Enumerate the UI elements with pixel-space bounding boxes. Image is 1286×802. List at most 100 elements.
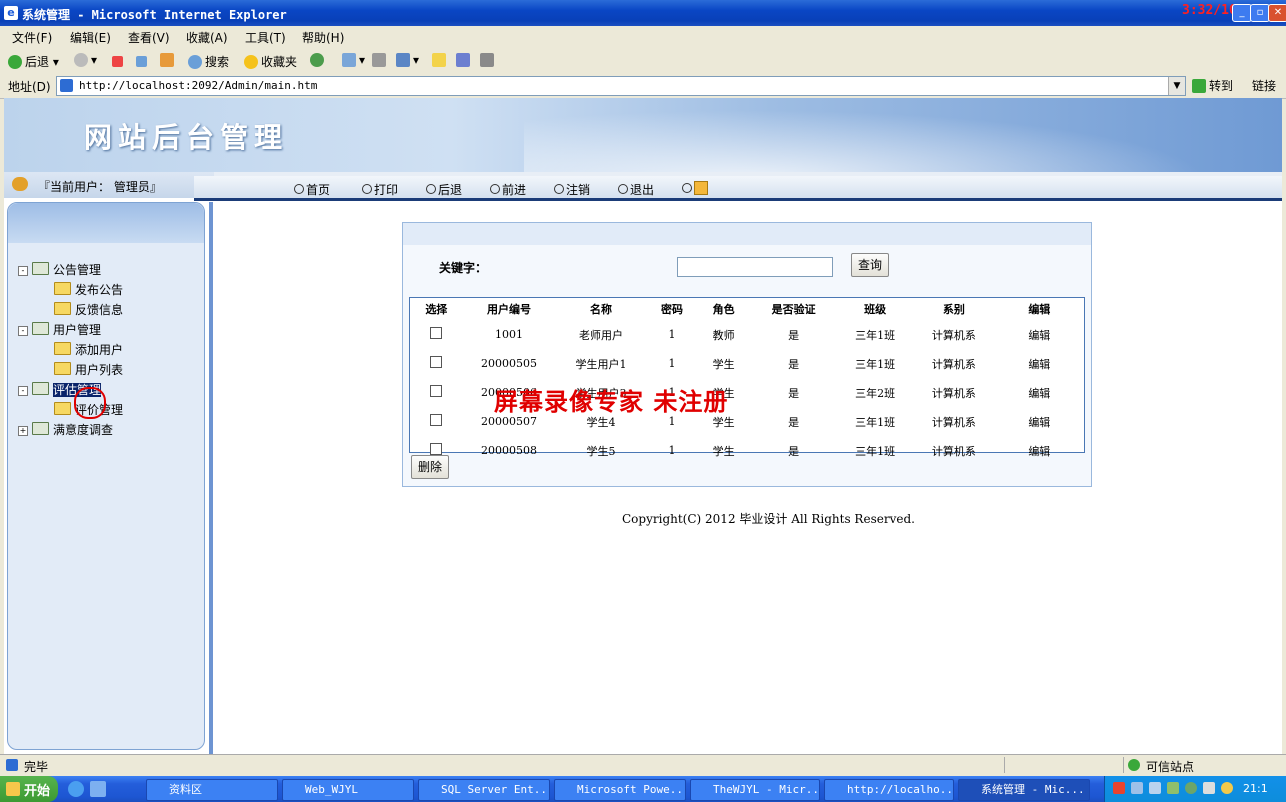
mail-button[interactable]: ▾	[342, 53, 365, 67]
stop-icon	[112, 56, 123, 67]
task-sql-server[interactable]: SQL Server Ent...	[418, 779, 550, 801]
nav-forward[interactable]: 前进	[490, 181, 526, 198]
cell-name: 学生5	[586, 444, 616, 458]
row-checkbox[interactable]	[430, 327, 443, 339]
edit-link[interactable]: 编辑	[995, 349, 1084, 378]
nav-strip: 『当前用户： 管理员』 首页 打印 后退 前进 注销 退出	[4, 172, 1282, 201]
start-button[interactable]: 开始	[0, 776, 58, 802]
tray-app-icon[interactable]	[1167, 782, 1179, 794]
toolbar: 后退 ▾ ▾ 搜索 收藏夹 ▾ ▾	[0, 48, 1286, 75]
edit-link[interactable]: 编辑	[995, 407, 1084, 436]
tray-app-icon[interactable]	[1203, 782, 1215, 794]
network-icon[interactable]	[1131, 782, 1143, 794]
menu-edit[interactable]: 编辑(E)	[70, 29, 111, 46]
row-checkbox[interactable]	[430, 414, 443, 426]
task-folder-web-wjyl[interactable]: Web_WJYL	[282, 779, 414, 801]
nav-extra[interactable]	[682, 181, 708, 196]
address-url: http://localhost:2092/Admin/main.htm	[79, 79, 318, 92]
cell-role: 教师	[712, 328, 735, 342]
collapse-icon[interactable]: -	[18, 326, 28, 336]
cell-department: 计算机系	[931, 328, 976, 342]
monitor-icon[interactable]	[1149, 782, 1161, 794]
discuss-button[interactable]	[432, 53, 449, 67]
edit-link[interactable]: 编辑	[995, 378, 1084, 407]
task-powerpoint[interactable]: Microsoft Powe...	[554, 779, 686, 801]
minimize-button[interactable]: _	[1232, 4, 1252, 22]
menu-help[interactable]: 帮助(H)	[302, 29, 344, 46]
research-button[interactable]	[480, 53, 497, 67]
go-button[interactable]: 转到	[1192, 77, 1233, 94]
history-button[interactable]	[310, 53, 327, 67]
col-select: 选择	[425, 303, 448, 316]
collapse-icon[interactable]: -	[18, 266, 28, 276]
cell-department: 计算机系	[931, 357, 976, 371]
tree-group-survey[interactable]: + 满意度调查	[18, 421, 113, 438]
row-checkbox[interactable]	[430, 356, 443, 368]
links-button[interactable]: 链接	[1252, 77, 1276, 94]
nav-print[interactable]: 打印	[362, 181, 398, 198]
close-button[interactable]: ✕	[1268, 4, 1286, 22]
favorites-button[interactable]: 收藏夹	[244, 53, 297, 70]
cell-department: 计算机系	[931, 444, 976, 458]
menu-tools[interactable]: 工具(T)	[245, 29, 286, 46]
tree-item-publish-announcement[interactable]: 发布公告	[54, 281, 123, 298]
delete-button[interactable]: 删除	[411, 455, 449, 479]
edit-button[interactable]: ▾	[396, 53, 419, 67]
menu-view[interactable]: 查看(V)	[128, 29, 170, 46]
sogou-ime-icon[interactable]	[1113, 782, 1125, 794]
row-checkbox[interactable]	[430, 443, 443, 455]
ie-icon: e	[4, 6, 18, 20]
address-dropdown-icon[interactable]: ▼	[1168, 77, 1185, 95]
banner: 网站后台管理	[4, 98, 1282, 172]
tray-app-icon[interactable]	[1185, 782, 1197, 794]
forward-button[interactable]: ▾	[74, 53, 97, 67]
menu-favorites[interactable]: 收藏(A)	[186, 29, 228, 46]
col-verified: 是否验证	[771, 303, 816, 316]
tree-item-add-user[interactable]: 添加用户	[54, 341, 123, 358]
address-input[interactable]: http://localhost:2092/Admin/main.htm ▼	[56, 76, 1186, 96]
edit-link[interactable]: 编辑	[995, 320, 1084, 349]
tree-item-feedback[interactable]: 反馈信息	[54, 301, 123, 318]
task-folder-ziliaoqu[interactable]: 资料区	[146, 779, 278, 801]
tree-item-user-list[interactable]: 用户列表	[54, 361, 123, 378]
task-thewjyl[interactable]: TheWJYL - Micr...	[690, 779, 820, 801]
user-list-panel: 关键字： 查询 选择 用户编号 名称 密码 角色 是否验证 班级 系别 编辑 1…	[402, 222, 1092, 487]
ie-quicklaunch-icon[interactable]	[68, 781, 84, 797]
nav-back[interactable]: 后退	[426, 181, 462, 198]
expand-icon[interactable]: +	[18, 426, 28, 436]
maximize-button[interactable]: ▫	[1250, 4, 1270, 22]
collapse-icon[interactable]: -	[18, 386, 28, 396]
menu-file[interactable]: 文件(F)	[12, 29, 52, 46]
cell-name: 老师用户	[579, 328, 623, 342]
folder-icon	[54, 362, 71, 375]
cell-user-id: 20000505	[481, 357, 537, 370]
search-button[interactable]: 搜索	[188, 53, 229, 70]
sidebar-splitter[interactable]	[209, 202, 213, 754]
tree-group-announcements[interactable]: - 公告管理	[18, 261, 101, 278]
home-button[interactable]	[160, 53, 177, 67]
col-role: 角色	[712, 303, 735, 316]
refresh-button[interactable]	[136, 53, 150, 67]
edit-link[interactable]: 编辑	[995, 436, 1084, 465]
current-user-label: 『当前用户： 管理员』	[38, 180, 162, 194]
nav-home[interactable]: 首页	[294, 181, 330, 198]
tray-app-icon[interactable]	[1221, 782, 1233, 794]
keyword-input[interactable]	[677, 257, 833, 277]
nav-exit[interactable]: 退出	[618, 181, 654, 198]
task-localhost[interactable]: http://localho...	[824, 779, 954, 801]
print-button[interactable]	[372, 53, 389, 67]
folder-icon	[54, 282, 71, 295]
tree-group-users[interactable]: - 用户管理	[18, 321, 101, 338]
back-button[interactable]: 后退 ▾	[8, 53, 59, 70]
cell-verified: 是	[788, 328, 800, 342]
mail-icon	[342, 53, 356, 67]
nav-logout[interactable]: 注销	[554, 181, 590, 198]
messenger-button[interactable]	[456, 53, 473, 67]
folder-icon	[32, 382, 49, 395]
row-checkbox[interactable]	[430, 385, 443, 397]
cell-user-id: 20000508	[481, 444, 537, 457]
desktop-quicklaunch-icon[interactable]	[90, 781, 106, 797]
stop-button[interactable]	[112, 53, 126, 67]
query-button[interactable]: 查询	[851, 253, 889, 277]
task-system-manage[interactable]: 系统管理 - Mic...	[958, 779, 1090, 801]
